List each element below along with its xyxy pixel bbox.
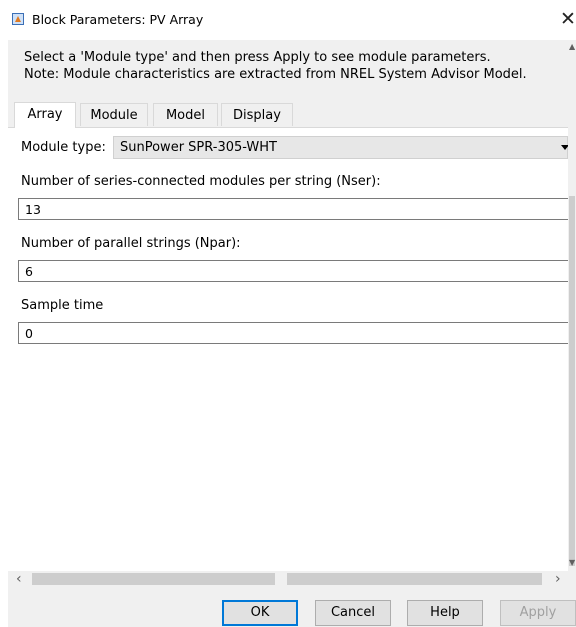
close-icon[interactable]: ✕ [560, 8, 576, 30]
npar-value: 6 [25, 264, 33, 279]
nser-value: 13 [25, 202, 41, 217]
sample-time-value: 0 [25, 326, 33, 341]
nser-field[interactable]: 13 [18, 198, 570, 220]
help-button[interactable]: Help [407, 600, 483, 626]
sample-time-field[interactable]: 0 [18, 322, 570, 344]
title-bar: Block Parameters: PV Array ✕ [0, 0, 576, 40]
nser-label: Number of series-connected modules per s… [21, 174, 381, 189]
window-title: Block Parameters: PV Array [32, 12, 204, 27]
scroll-right-icon[interactable]: › [555, 571, 561, 588]
vertical-scroll-thumb[interactable] [569, 196, 575, 566]
apply-button[interactable]: Apply [500, 600, 576, 626]
description-line-1: Select a 'Module type' and then press Ap… [24, 50, 491, 65]
scroll-left-icon[interactable]: ‹ [16, 571, 22, 588]
scroll-down-icon[interactable]: ▼ [569, 558, 575, 567]
ok-button[interactable]: OK [222, 600, 298, 626]
scroll-up-icon[interactable]: ▲ [569, 42, 575, 51]
block-parameters-icon [12, 13, 24, 25]
cancel-button[interactable]: Cancel [315, 600, 391, 626]
tab-array[interactable]: Array [14, 102, 76, 128]
module-type-select[interactable]: SunPower SPR-305-WHT [113, 136, 569, 159]
array-tab-panel [8, 127, 568, 572]
npar-field[interactable]: 6 [18, 260, 570, 282]
sample-time-label: Sample time [21, 298, 104, 313]
description-line-2: Note: Module characteristics are extract… [24, 67, 527, 82]
scroll-thumb-grip [275, 573, 287, 585]
module-type-label: Module type: [21, 140, 106, 155]
tab-model[interactable]: Model [153, 103, 218, 126]
horizontal-scroll-thumb[interactable] [32, 573, 542, 585]
tab-module[interactable]: Module [80, 103, 148, 126]
npar-label: Number of parallel strings (Npar): [21, 236, 241, 251]
description-panel: Select a 'Module type' and then press Ap… [8, 44, 576, 96]
module-type-value: SunPower SPR-305-WHT [120, 140, 278, 155]
tab-display[interactable]: Display [221, 103, 293, 126]
